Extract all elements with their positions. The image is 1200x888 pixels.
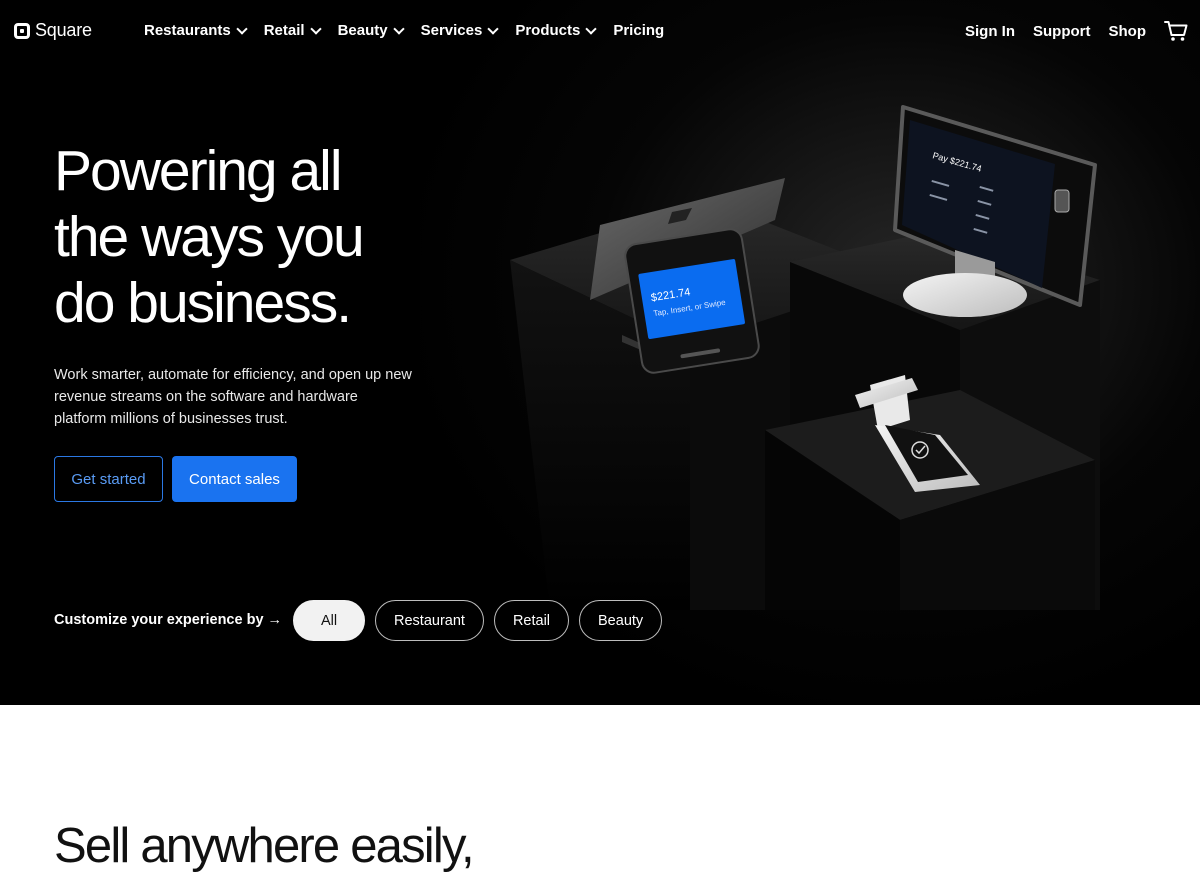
nav-item-pricing[interactable]: Pricing	[613, 22, 664, 39]
nav-item-services[interactable]: Services	[420, 22, 499, 39]
nav-item-products[interactable]: Products	[515, 22, 598, 39]
square-logo[interactable]: Square	[14, 20, 92, 41]
hero-headline: Powering all the ways you do business.	[54, 138, 474, 336]
section-heading: Sell anywhere easily,	[54, 819, 475, 873]
filter-retail[interactable]: Retail	[493, 600, 570, 641]
filter-all[interactable]: All	[293, 600, 365, 641]
headline-line: do business.	[54, 271, 352, 335]
nav-right: Sign In Support Shop	[947, 20, 1188, 42]
filter-pills: All Restaurant Retail Beauty	[293, 600, 672, 641]
chevron-down-icon	[392, 22, 405, 35]
nav-item-label: Beauty	[337, 22, 388, 39]
nav-item-label: Pricing	[613, 22, 665, 39]
square-logo-icon	[14, 22, 30, 39]
sign-in-link[interactable]: Sign In	[965, 23, 1015, 40]
filter-beauty[interactable]: Beauty	[579, 600, 663, 641]
hardware-illustration: $221.74 Tap, Insert, or Swipe Pay $221.7…	[510, 105, 1100, 610]
hero-section: Square Restaurants Retail Beauty Service…	[0, 0, 1200, 705]
chevron-down-icon	[236, 22, 248, 35]
hero-subtext: Work smarter, automate for efficiency, a…	[54, 367, 412, 427]
top-nav: Square Restaurants Retail Beauty Service…	[0, 0, 1200, 64]
register-base	[903, 273, 1027, 317]
nav-item-label: Restaurants	[144, 22, 231, 39]
contact-sales-button[interactable]: Contact sales	[172, 456, 297, 502]
nav-item-restaurants[interactable]: Restaurants	[144, 22, 248, 39]
nav-item-label: Products	[515, 22, 581, 39]
nav-item-retail[interactable]: Retail	[263, 22, 322, 39]
support-link[interactable]: Support	[1033, 23, 1091, 40]
headline-line: the ways you	[54, 205, 365, 269]
chevron-down-icon	[487, 22, 499, 35]
cart-icon[interactable]	[1164, 20, 1188, 42]
customize-label: Customize your experience by →	[54, 612, 283, 628]
chevron-down-icon	[309, 22, 322, 35]
filter-restaurant[interactable]: Restaurant	[375, 600, 484, 641]
nav-links: Restaurants Retail Beauty Services Produ…	[144, 22, 682, 39]
nav-item-label: Services	[420, 22, 483, 39]
logo-text: Square	[35, 20, 92, 40]
get-started-button[interactable]: Get started	[54, 456, 163, 502]
chevron-down-icon	[585, 22, 598, 35]
headline-line: Powering all	[54, 139, 342, 203]
nav-item-label: Retail	[263, 22, 305, 39]
nav-item-beauty[interactable]: Beauty	[337, 22, 405, 39]
shop-link[interactable]: Shop	[1109, 23, 1147, 40]
